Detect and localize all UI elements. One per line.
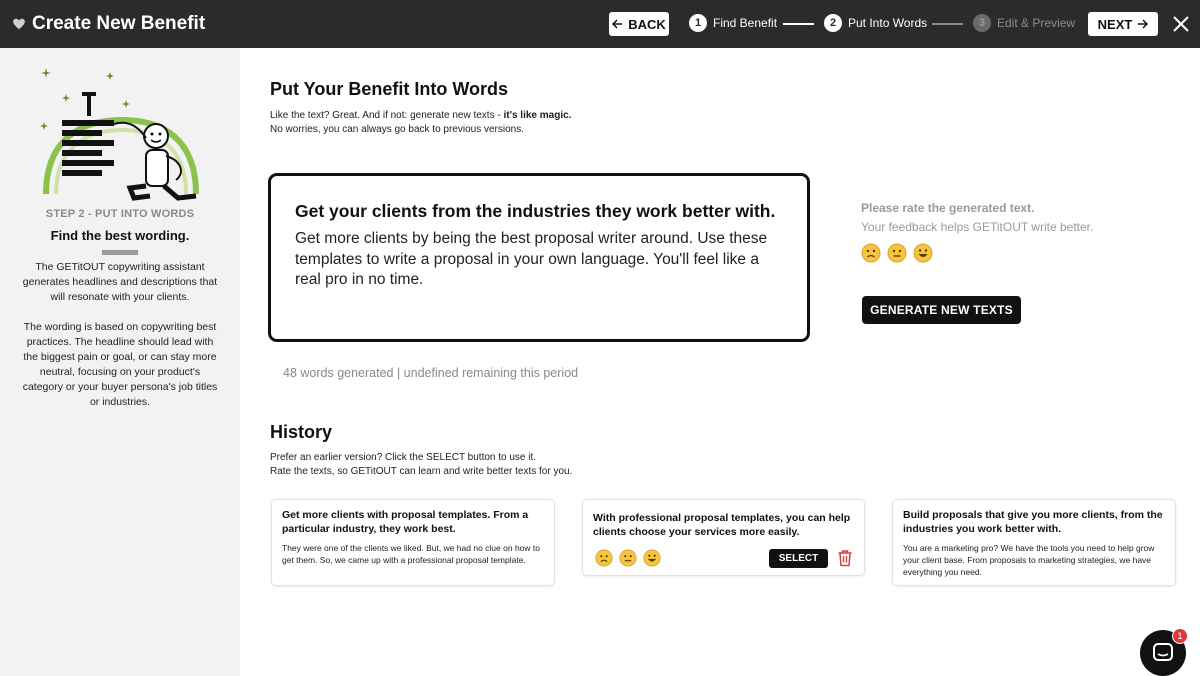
step-connector (783, 23, 814, 25)
sidebar-paragraph: The wording is based on copywriting best… (22, 321, 218, 408)
divider (102, 250, 138, 255)
back-button[interactable]: BACK (609, 12, 669, 36)
card-headline: With professional proposal templates, yo… (593, 512, 851, 538)
step-label: STEP 2 - PUT INTO WORDS (45, 208, 195, 220)
back-label: BACK (628, 16, 666, 32)
step-find-benefit[interactable]: 1 Find Benefit (689, 14, 777, 32)
step-number: 2 (824, 14, 842, 32)
history-card[interactable]: Build proposals that give you more clien… (893, 500, 1175, 585)
app-title: Create New Benefit (12, 13, 205, 35)
chat-icon (1153, 643, 1173, 661)
next-label: NEXT (1097, 16, 1133, 32)
history-intro-line: Prefer an earlier version? Click the SEL… (270, 452, 537, 463)
card-description: You are a marketing pro? We have the too… (903, 543, 1155, 577)
card-description: They were one of the clients we liked. B… (282, 543, 540, 565)
happy-face-icon[interactable] (913, 243, 933, 263)
step-label: Find Benefit (713, 16, 778, 30)
sad-face-icon[interactable] (595, 549, 613, 567)
rating-title: Please rate the generated text. (861, 201, 1035, 215)
rating-subtitle: Your feedback helps GETitOUT write bette… (861, 220, 1094, 234)
step-edit-preview[interactable]: 3 Edit & Preview (973, 14, 1075, 32)
step-label: Edit & Preview (997, 16, 1076, 30)
generated-text-box[interactable]: Get your clients from the industries the… (268, 173, 810, 342)
top-bar: Create New Benefit BACK 1 Find Benefit 2… (0, 0, 1200, 48)
writing-illustration (40, 68, 199, 201)
sidebar-heading: Find the best wording. (50, 228, 190, 243)
step-number: 1 (689, 14, 707, 32)
intro-line: Like the text? Great. And if not: genera… (270, 109, 571, 123)
sidebar-paragraph: The GETitOUT copywriting assistant gener… (22, 261, 218, 303)
page-title: Put Your Benefit Into Words (270, 79, 508, 99)
step-connector (932, 23, 963, 25)
arrow-right-icon (1138, 19, 1149, 29)
card-headline: Build proposals that give you more clien… (903, 509, 1163, 535)
select-button[interactable]: SELECT (769, 549, 828, 568)
happy-face-icon[interactable] (643, 549, 661, 567)
rating-emojis (861, 243, 933, 263)
card-headline: Get more clients with proposal templates… (282, 509, 529, 535)
sad-face-icon[interactable] (861, 243, 881, 263)
step-number: 3 (973, 14, 991, 32)
app-title-text: Create New Benefit (32, 13, 206, 34)
neutral-face-icon[interactable] (619, 549, 637, 567)
heart-icon (13, 18, 25, 30)
card-actions: SELECT (593, 547, 854, 569)
sidebar: STEP 2 - PUT INTO WORDS Find the best wo… (0, 48, 240, 676)
generate-new-texts-button[interactable]: GENERATE NEW TEXTS (862, 296, 1021, 324)
intro-prefix: Like the text? Great. And if not: genera… (270, 110, 504, 121)
card-rating-emojis (595, 549, 661, 567)
history-card-hovered[interactable]: With professional proposal templates, yo… (583, 500, 864, 575)
history-intro: Prefer an earlier version? Click the SEL… (270, 451, 572, 479)
intro-text: Like the text? Great. And if not: genera… (270, 109, 571, 137)
word-count: 48 words generated | undefined remaining… (283, 366, 579, 380)
intro-line: No worries, you can always go back to pr… (270, 124, 525, 135)
next-button[interactable]: NEXT (1088, 12, 1158, 36)
trash-icon[interactable] (837, 549, 853, 567)
notification-badge: 1 (1172, 628, 1188, 644)
arrow-left-icon (612, 19, 623, 29)
step-put-into-words[interactable]: 2 Put Into Words (824, 14, 927, 32)
generated-description[interactable]: Get more clients by being the best propo… (295, 229, 783, 291)
history-card[interactable]: Get more clients with proposal templates… (272, 500, 554, 585)
generated-headline[interactable]: Get your clients from the industries the… (295, 200, 783, 223)
intro-bold: it's like magic. (503, 110, 572, 121)
neutral-face-icon[interactable] (887, 243, 907, 263)
close-icon[interactable] (1172, 15, 1190, 33)
history-intro-line: Rate the texts, so GETitOUT can learn an… (270, 466, 573, 477)
step-label: Put Into Words (848, 16, 928, 30)
history-title: History (270, 422, 333, 442)
